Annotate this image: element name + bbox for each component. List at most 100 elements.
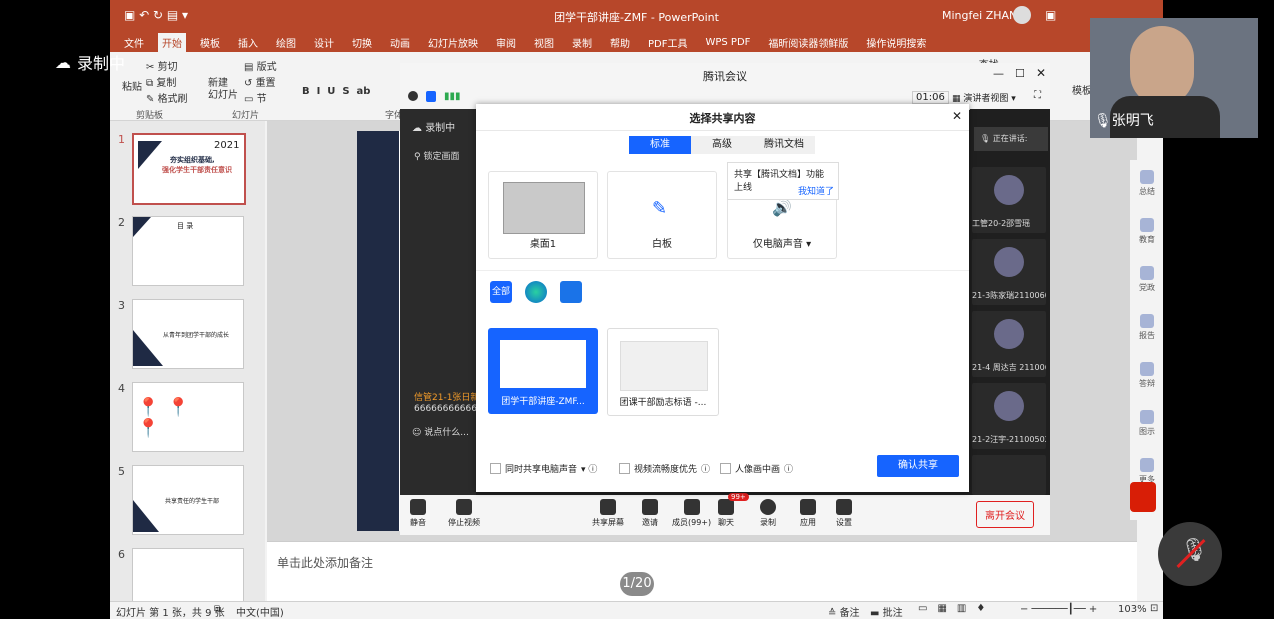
mute-button[interactable]: 静音 [410,499,426,528]
filter-all-button[interactable]: 全部 [490,281,512,303]
red-envelope-icon[interactable] [1130,482,1156,512]
share-screen-button[interactable]: 共享屏幕 [592,499,624,528]
view-mode-select[interactable]: ▦ 演讲者视图 ▾ [952,91,1016,104]
participant-tile[interactable] [972,455,1046,495]
font-style-buttons[interactable]: B I U S ab [302,86,370,97]
ribbon-tab[interactable]: 视图 [530,33,558,52]
tab-advanced[interactable]: 高级 [691,136,753,154]
maximize-icon[interactable]: ☐ [1015,67,1025,80]
slide-thumbnail-3[interactable]: 从青年到团学干部的成长 [132,299,244,369]
design-panel-item[interactable]: 图示 [1136,410,1158,437]
user-avatar[interactable] [1013,6,1031,24]
design-panel-item[interactable]: 党政 [1136,266,1158,293]
settings-button[interactable]: 设置 [836,499,852,528]
ribbon-tab[interactable]: PDF工具 [644,33,691,52]
cut-button[interactable]: ✂ 剪切 [146,58,178,73]
copy-button[interactable]: ⧉ 复制 [146,74,176,89]
ribbon-tab[interactable]: 设计 [310,33,338,52]
slide-thumbnail-2[interactable]: 目 录 [132,216,244,286]
share-audio-checkbox[interactable]: 同时共享电脑声音 ▾ ⓘ [490,462,597,475]
tab-standard[interactable]: 标准 [629,136,691,154]
participant-tile[interactable]: 21-4 周达吉 211006... [972,311,1046,377]
notes-toggle[interactable]: ≙ 备注 [828,604,860,619]
checkbox[interactable] [720,463,731,474]
ribbon-tab[interactable]: 切换 [348,33,376,52]
checkbox[interactable] [490,463,501,474]
participant-tile[interactable]: 工管20-2邵雪瑶 [972,167,1046,233]
record-button[interactable]: 录制 [760,499,776,528]
design-panel-item[interactable]: 教育 [1136,218,1158,245]
edge-browser-icon[interactable] [525,281,547,303]
ribbon-tab[interactable]: WPS PDF [701,35,754,50]
slide-thumbnail-1[interactable]: 2021 夯实组织基础, 强化学生干部责任意识 [132,133,246,205]
ribbon-tab[interactable]: 福昕阅读器领鲜版 [764,33,852,52]
checkbox[interactable] [619,463,630,474]
language-status[interactable]: 中文(中国) [236,604,284,619]
participant-name: 21-4 周达吉 211006... [972,363,1046,372]
tooltip-dismiss-link[interactable]: 我知道了 [798,184,834,197]
confirm-share-button[interactable]: 确认共享 [877,455,959,477]
view-buttons[interactable]: ▭▦▥♦ [918,603,995,614]
chat-button[interactable]: 聊天 [718,499,734,528]
comments-toggle[interactable]: ▬ 批注 [870,604,903,619]
design-panel-item[interactable]: 答辩 [1136,362,1158,389]
slide-thumbnail-6[interactable] [132,548,244,602]
picture-in-picture-checkbox[interactable]: 人像画中画 ⓘ [720,462,793,475]
stop-video-button[interactable]: 停止视频 [448,499,480,528]
window-card-ppt[interactable]: 团学干部讲座-ZMF... [488,328,598,414]
sidebar-recording[interactable]: ☁ 录制中 [412,119,455,134]
members-button[interactable]: 成员(99+) [672,499,711,528]
ribbon-tab[interactable]: 模板 [196,33,224,52]
layout-button[interactable]: ▤ 版式 [244,58,277,73]
design-panel-item[interactable]: 报告 [1136,314,1158,341]
ribbon-tab[interactable]: 审阅 [492,33,520,52]
ribbon-tab[interactable]: 帮助 [606,33,634,52]
paste-button[interactable]: 粘贴 [122,78,142,93]
spellcheck-icon[interactable]: ⧉ [214,604,221,615]
invite-button[interactable]: 邀请 [642,499,658,528]
new-slide-button[interactable]: 新建 幻灯片 [208,78,238,102]
chat-input[interactable]: ☺ 说点什么... [412,425,469,438]
participant-tile[interactable]: 21-2汪宇-21100502... [972,383,1046,449]
slide-thumbnail-4[interactable]: 📍📍📍 [132,382,244,452]
page-indicator: 1/20 [620,572,654,596]
muted-microphone-icon[interactable]: 🎙 [1158,522,1222,586]
notes-pane[interactable]: 单击此处添加备注 [267,541,1137,602]
ribbon-tab[interactable]: 开始 [158,32,186,52]
dialog-close-icon[interactable]: ✕ [952,109,962,123]
zoom-level[interactable]: 103% [1118,604,1147,615]
lock-screen-button[interactable]: ⚲ 锁定画面 [414,149,459,162]
ribbon-tab[interactable]: 插入 [234,33,262,52]
tab-tencent-docs[interactable]: 腾讯文档 [753,136,815,154]
participant-tile[interactable]: 21-3陈家瑞2110060... [972,239,1046,305]
ribbon-tab[interactable]: 动画 [386,33,414,52]
reset-button[interactable]: ↺ 重置 [244,74,276,89]
close-icon[interactable]: ✕ [1036,66,1046,80]
section-button[interactable]: ▭ 节 [244,90,267,105]
video-smooth-checkbox[interactable]: 视频流畅度优先 ⓘ [619,462,710,475]
template-button[interactable]: 模板 [1072,82,1092,97]
signal-icon[interactable]: ▮▮▮ [444,91,461,102]
ribbon-tab[interactable]: 操作说明搜索 [862,33,930,52]
ribbon-display-icon[interactable]: ▣ [1045,8,1056,22]
window-card-edge[interactable]: 团课干部励志标语 -... [607,328,719,416]
ribbon-tab[interactable]: 幻灯片放映 [424,33,482,52]
leave-meeting-button[interactable]: 离开会议 [976,501,1034,528]
share-whiteboard-card[interactable]: ✎ 白板 [607,171,717,259]
fit-slide-icon[interactable]: ⊡ [1150,603,1158,614]
design-panel-item[interactable]: 总结 [1136,170,1158,197]
design-panel-item[interactable]: 更多 [1136,458,1158,485]
ribbon-tab[interactable]: 录制 [568,33,596,52]
ribbon-tab[interactable]: 绘图 [272,33,300,52]
slide-thumbnail-5[interactable]: 共享责任的学生干部 [132,465,244,535]
fullscreen-icon[interactable]: ⛶ [1034,90,1041,101]
format-painter-button[interactable]: ✎ 格式刷 [146,90,188,105]
window-app-icon[interactable] [560,281,582,303]
shield-icon[interactable] [426,91,436,102]
minimize-icon[interactable]: — [993,67,1004,80]
info-icon[interactable] [408,91,418,101]
zoom-slider[interactable]: − ──────┃── + [1020,604,1097,615]
apps-button[interactable]: 应用 [800,499,816,528]
share-desktop-card[interactable]: 桌面1 [488,171,598,259]
ribbon-tab[interactable]: 文件 [120,33,148,52]
